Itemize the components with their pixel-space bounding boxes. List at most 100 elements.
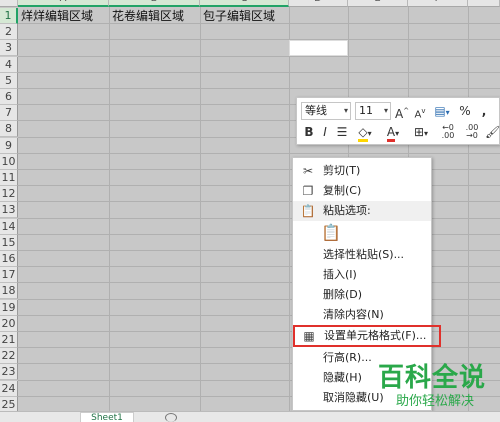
menu-item-paste-special[interactable]: 选择性粘贴(S)... bbox=[293, 245, 431, 265]
menu-item-label: 剪切(T) bbox=[323, 164, 361, 177]
row-header[interactable]: 22 bbox=[0, 348, 18, 365]
row-header[interactable]: 18 bbox=[0, 283, 18, 300]
italic-button[interactable]: I bbox=[319, 124, 331, 140]
chevron-down-icon: ▾ bbox=[445, 108, 450, 117]
row-header[interactable]: 7 bbox=[0, 105, 18, 122]
column-label: D bbox=[289, 0, 347, 4]
gridline bbox=[18, 71, 500, 73]
column-label: C bbox=[200, 0, 288, 4]
paste-option-button[interactable]: 📋 bbox=[321, 223, 341, 243]
row-header[interactable]: 8 bbox=[0, 121, 18, 138]
percent-style-button[interactable]: % bbox=[457, 102, 473, 120]
font-name-value: 等线 bbox=[305, 104, 327, 117]
row-header[interactable]: 16 bbox=[0, 251, 18, 267]
row-header[interactable]: 12 bbox=[0, 186, 18, 203]
paste-icon: 📋 bbox=[300, 204, 316, 218]
decrease-decimal-icon: .00 →0 bbox=[465, 123, 479, 140]
row-header[interactable]: 24 bbox=[0, 380, 18, 397]
row-header[interactable]: 6 bbox=[0, 89, 18, 105]
menu-item-copy[interactable]: ❐ 复制(C) bbox=[293, 181, 431, 201]
cell-b1[interactable]: 花卷编辑区域 bbox=[112, 8, 184, 24]
increase-font-size-button[interactable]: A^ bbox=[395, 102, 409, 121]
menu-item-clear-contents[interactable]: 清除内容(N) bbox=[293, 305, 431, 325]
increase-decimal-button[interactable]: ←0 .00 bbox=[437, 124, 459, 140]
bold-button[interactable]: B bbox=[303, 124, 315, 140]
cell-d3[interactable] bbox=[289, 40, 348, 56]
column-label: B bbox=[109, 0, 199, 4]
cell-c1[interactable]: 包子编辑区域 bbox=[203, 8, 275, 24]
font-color-button[interactable]: A▾ bbox=[381, 124, 405, 142]
italic-icon: I bbox=[323, 125, 327, 139]
row-header[interactable]: 9 bbox=[0, 137, 18, 154]
mini-toolbar: 等线 ▾ 11 ▾ A^ Av ▤▾ % , B I ☰ ◇▾ A▾ ⊞▾ ←0 .… bbox=[296, 97, 500, 145]
menu-item-label: 行高(R)... bbox=[323, 351, 372, 364]
menu-item-insert[interactable]: 插入(I) bbox=[293, 265, 431, 285]
menu-item-label: 设置单元格格式(F)... bbox=[324, 329, 427, 342]
row-header[interactable]: 20 bbox=[0, 315, 18, 332]
decrease-decimal-button[interactable]: .00 →0 bbox=[461, 124, 483, 140]
gridline bbox=[18, 152, 500, 154]
row-header[interactable]: 10 bbox=[0, 153, 18, 170]
row-header[interactable]: 5 bbox=[0, 72, 18, 89]
gridline bbox=[289, 7, 290, 412]
column-header-a[interactable]: A bbox=[18, 0, 109, 7]
cell-a1[interactable]: 烊烊编辑区域 bbox=[21, 8, 93, 24]
menu-item-cut[interactable]: ✂ 剪切(T) bbox=[293, 161, 431, 181]
row-header[interactable]: 23 bbox=[0, 364, 18, 381]
row-header[interactable]: 3 bbox=[0, 40, 18, 57]
column-header-c[interactable]: C bbox=[200, 0, 289, 7]
menu-item-delete[interactable]: 删除(D) bbox=[293, 285, 431, 305]
status-bar bbox=[0, 411, 500, 422]
row-header[interactable]: 4 bbox=[0, 56, 18, 73]
row-header[interactable]: 11 bbox=[0, 170, 18, 186]
column-label: E bbox=[348, 0, 407, 4]
column-label: F bbox=[408, 0, 467, 4]
row-header[interactable]: 17 bbox=[0, 267, 18, 284]
menu-item-label: 清除内容(N) bbox=[323, 308, 384, 321]
increase-font-icon: A bbox=[395, 107, 404, 121]
comma-style-button[interactable]: , bbox=[477, 102, 491, 120]
select-all-corner[interactable] bbox=[0, 0, 18, 7]
row-header[interactable]: 21 bbox=[0, 332, 18, 348]
font-size-select[interactable]: 11 ▾ bbox=[355, 102, 391, 120]
watermark-logo: 百科全说 助你轻松解决 bbox=[372, 363, 500, 411]
menu-item-label: 复制(C) bbox=[323, 184, 362, 197]
gridline bbox=[468, 7, 469, 412]
gridline bbox=[109, 7, 110, 412]
row-header[interactable]: 15 bbox=[0, 234, 18, 251]
scissors-icon: ✂ bbox=[302, 164, 314, 178]
watermark-title: 百科全说 bbox=[378, 363, 487, 393]
font-name-select[interactable]: 等线 ▾ bbox=[301, 102, 351, 120]
align-center-button[interactable]: ☰ bbox=[335, 124, 349, 140]
align-center-icon: ☰ bbox=[336, 125, 348, 139]
decrease-font-size-button[interactable]: Av bbox=[413, 102, 427, 120]
column-header-f[interactable]: F bbox=[408, 0, 468, 7]
row-header[interactable]: 2 bbox=[0, 24, 18, 41]
cell-styles-icon: ▤ bbox=[434, 104, 446, 118]
copy-icon: ❐ bbox=[302, 184, 314, 198]
row-header[interactable]: 13 bbox=[0, 202, 18, 219]
row-header[interactable]: 14 bbox=[0, 218, 18, 235]
fill-color-button[interactable]: ◇▾ bbox=[353, 124, 377, 142]
menu-item-label: 隐藏(H) bbox=[323, 371, 362, 384]
bold-icon: B bbox=[304, 125, 314, 139]
column-header-e[interactable]: E bbox=[348, 0, 408, 7]
menu-item-format-cells[interactable]: ▦ 设置单元格格式(F)... bbox=[293, 325, 441, 347]
fill-color-icon: ◇ bbox=[358, 125, 368, 142]
chevron-down-icon: ▾ bbox=[383, 106, 388, 115]
comma-icon: , bbox=[481, 104, 487, 118]
watermark-subtitle: 助你轻松解决 bbox=[396, 394, 475, 409]
menu-item-label: 删除(D) bbox=[323, 288, 363, 301]
paste-icon: 📋 bbox=[321, 223, 341, 242]
format-painter-button[interactable]: 🖌 bbox=[485, 124, 500, 140]
borders-button[interactable]: ⊞▾ bbox=[409, 124, 433, 140]
column-header-d[interactable]: D bbox=[289, 0, 348, 7]
column-header-b[interactable]: B bbox=[109, 0, 200, 7]
cell-styles-button[interactable]: ▤▾ bbox=[431, 102, 453, 120]
column-header-g[interactable] bbox=[468, 0, 500, 7]
font-color-icon: A bbox=[386, 125, 396, 142]
row-header[interactable]: 19 bbox=[0, 299, 18, 316]
chevron-down-icon: ▾ bbox=[424, 129, 429, 138]
row-header[interactable]: 1 bbox=[0, 8, 18, 24]
gridline bbox=[18, 55, 500, 57]
